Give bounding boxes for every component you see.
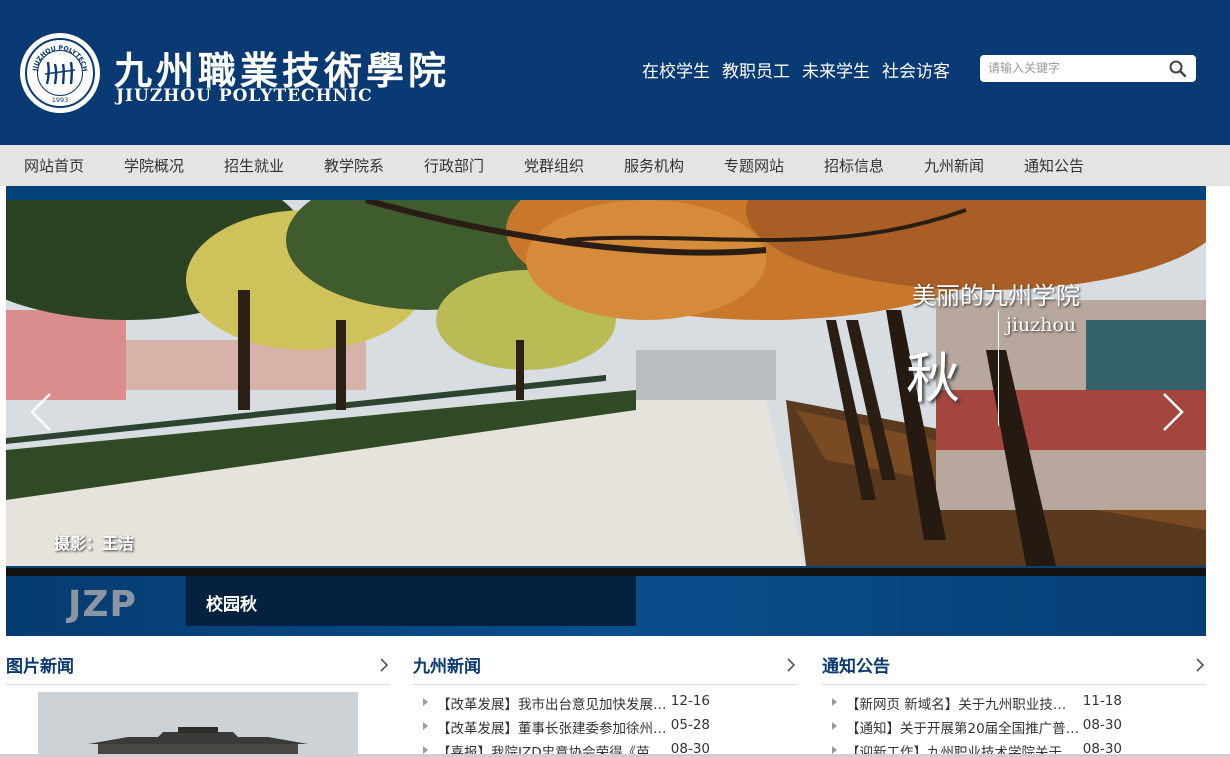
link-current-students[interactable]: 在校学生 xyxy=(642,57,710,82)
nav-admissions[interactable]: 招生就业 xyxy=(224,155,284,176)
slide-slogan-english: jiuzhou xyxy=(1006,314,1077,336)
notice-date: 08-30 xyxy=(1078,717,1122,733)
notice-headline: 【通知】关于开展第20届全国推广普… xyxy=(846,721,1080,737)
list-item[interactable]: 【改革发展】我市出台意见加快发展… 12-16 xyxy=(413,693,710,717)
slide-caption: 校园秋 xyxy=(206,595,257,615)
nav-home[interactable]: 网站首页 xyxy=(24,155,84,176)
search-icon xyxy=(1169,60,1187,78)
seal-text-icon: JIUZHOU POLYTECHNIC 1993 xyxy=(25,38,88,104)
svg-text:JIUZHOU POLYTECHNIC: JIUZHOU POLYTECHNIC xyxy=(25,38,88,72)
slide-slogan-season: 秋 xyxy=(906,347,960,410)
school-name-english[interactable]: JIUZHOU POLYTECHNIC xyxy=(116,86,373,106)
link-future-students[interactable]: 未来学生 xyxy=(802,57,870,82)
nav-departments[interactable]: 教学院系 xyxy=(324,155,384,176)
carousel-caption-bar: JZP 校园秋 xyxy=(6,576,1206,636)
bullet-triangle-icon xyxy=(423,698,428,706)
nav-party-org[interactable]: 党群组织 xyxy=(524,155,584,176)
pic-news-section: 图片新闻 xyxy=(6,652,390,757)
carousel-prev-button[interactable] xyxy=(28,392,58,432)
carousel-next-button[interactable] xyxy=(1156,392,1186,432)
bullet-triangle-icon xyxy=(832,722,837,730)
svg-text:1993: 1993 xyxy=(52,96,69,104)
slogan-divider xyxy=(998,310,999,426)
photo-credit: 摄影：王洁 xyxy=(54,534,135,553)
jz-news-header: 九州新闻 xyxy=(413,652,797,685)
hero-carousel: 摄影：王洁 美丽的九州学院 jiuzhou 秋 JZP 校园秋 xyxy=(6,186,1206,636)
pic-news-title[interactable]: 图片新闻 xyxy=(6,657,74,677)
chevron-right-icon xyxy=(1196,658,1205,672)
notice-list: 【新网页 新域名】关于九州职业技… 11-18 【通知】关于开展第20届全国推广普… xyxy=(822,693,1122,757)
jz-news-section: 九州新闻 【改革发展】我市出台意见加快发展… 12-16 【改革发展】董事长张建委… xyxy=(413,652,797,757)
nav-tenders[interactable]: 招标信息 xyxy=(824,155,884,176)
nav-special-sites[interactable]: 专题网站 xyxy=(724,155,784,176)
notice-header: 通知公告 xyxy=(822,652,1206,685)
news-date: 12-16 xyxy=(666,693,710,709)
bullet-triangle-icon xyxy=(423,746,428,754)
caption-logo: JZP xyxy=(68,584,137,625)
notice-title[interactable]: 通知公告 xyxy=(822,657,890,677)
campus-autumn-photo xyxy=(6,200,1206,566)
carousel-divider xyxy=(6,568,1206,576)
list-item[interactable]: 【新网页 新域名】关于九州职业技… 11-18 xyxy=(822,693,1122,717)
jz-news-list: 【改革发展】我市出台意见加快发展… 12-16 【改革发展】董事长张建委参加徐州…… xyxy=(413,693,710,757)
slide-slogan: 美丽的九州学院 xyxy=(912,282,1080,310)
link-staff[interactable]: 教职员工 xyxy=(722,57,790,82)
seal-ring: JIUZHOU POLYTECHNIC 1993 xyxy=(25,38,95,108)
news-headline: 【改革发展】我市出台意见加快发展… xyxy=(437,697,667,713)
search-button[interactable] xyxy=(1168,59,1188,79)
carousel-slide-image[interactable]: 摄影：王洁 美丽的九州学院 jiuzhou 秋 xyxy=(6,200,1206,566)
chevron-right-icon xyxy=(787,658,796,672)
caption-box[interactable]: 校园秋 xyxy=(186,576,636,626)
site-header: JIUZHOU POLYTECHNIC 1993 九州職業技術學院 JIUZHO… xyxy=(0,0,1230,145)
main-nav: 网站首页 学院概况 招生就业 教学院系 行政部门 党群组织 服务机构 专题网站 … xyxy=(0,145,1230,186)
link-visitors[interactable]: 社会访客 xyxy=(882,57,950,82)
chevron-right-icon xyxy=(1163,393,1184,431)
list-item[interactable]: 【通知】关于开展第20届全国推广普… 08-30 xyxy=(822,717,1122,741)
notice-headline: 【新网页 新域名】关于九州职业技… xyxy=(846,697,1067,713)
jz-news-more-button[interactable] xyxy=(785,657,797,672)
search-input[interactable] xyxy=(988,58,1164,78)
nav-services[interactable]: 服务机构 xyxy=(624,155,684,176)
bullet-triangle-icon xyxy=(832,746,837,754)
list-item[interactable]: 【改革发展】董事长张建委参加徐州… 05-28 xyxy=(413,717,710,741)
audience-links: 在校学生 教职员工 未来学生 社会访客 xyxy=(642,57,950,82)
pic-news-image[interactable] xyxy=(38,692,358,757)
chevron-left-icon xyxy=(30,393,51,431)
notice-section: 通知公告 【新网页 新域名】关于九州职业技… 11-18 【通知】关于开展第20届… xyxy=(822,652,1206,757)
search-box xyxy=(980,55,1196,82)
nav-notices[interactable]: 通知公告 xyxy=(1024,155,1084,176)
bullet-triangle-icon xyxy=(423,722,428,730)
school-seal-logo[interactable]: JIUZHOU POLYTECHNIC 1993 xyxy=(20,33,100,113)
bullet-triangle-icon xyxy=(832,698,837,706)
nav-administration[interactable]: 行政部门 xyxy=(424,155,484,176)
gate-building-photo xyxy=(38,692,358,757)
chevron-right-icon xyxy=(380,658,389,672)
notice-date: 11-18 xyxy=(1078,693,1122,709)
news-date: 05-28 xyxy=(666,717,710,733)
nav-about[interactable]: 学院概况 xyxy=(124,155,184,176)
news-headline: 【改革发展】董事长张建委参加徐州… xyxy=(437,721,667,737)
nav-news[interactable]: 九州新闻 xyxy=(924,155,984,176)
jz-news-title[interactable]: 九州新闻 xyxy=(413,657,481,677)
notice-more-button[interactable] xyxy=(1194,657,1206,672)
pic-news-more-button[interactable] xyxy=(378,657,390,672)
pic-news-header: 图片新闻 xyxy=(6,652,390,685)
